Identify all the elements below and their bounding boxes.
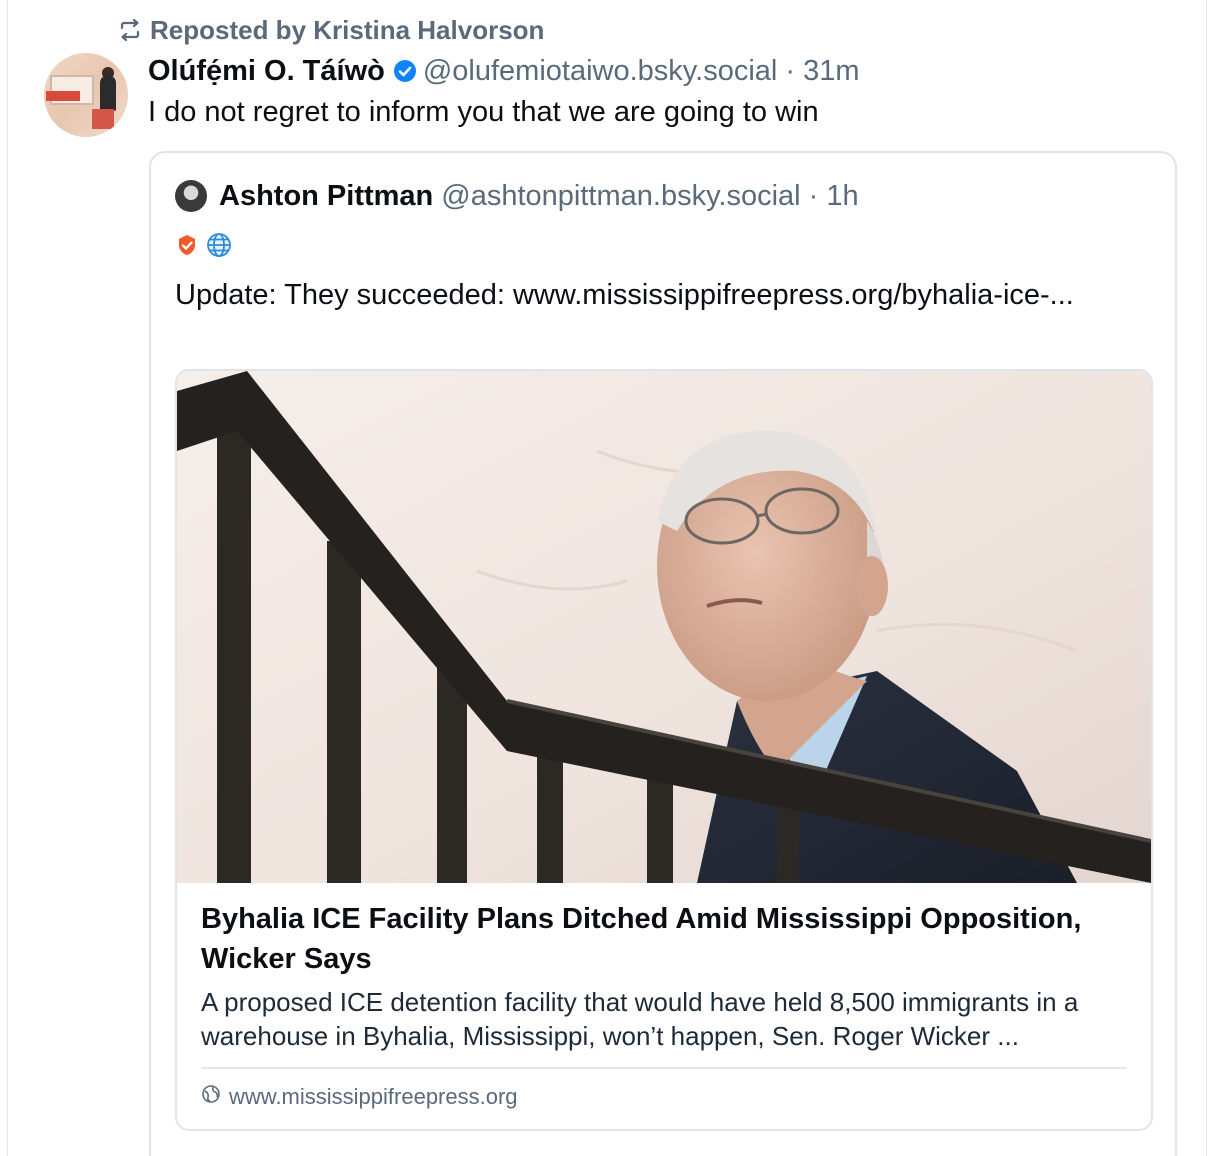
post-text: I do not regret to inform you that we ar… <box>148 96 819 128</box>
avatar-photo-podium <box>92 109 114 129</box>
quote-author-handle-time[interactable]: @ashtonpittman.bsky.social · 1h <box>441 180 858 213</box>
link-title[interactable]: Byhalia ICE Facility Plans Ditched Amid … <box>201 899 1131 979</box>
post-author-line: Olúfẹ́mi O. Táíwò @olufemiotaiwo.bsky.so… <box>148 52 860 90</box>
link-domain: www.mississippifreepress.org <box>229 1084 518 1109</box>
quote-author-line: Ashton Pittman @ashtonpittman.bsky.socia… <box>175 177 859 215</box>
quote-author-name[interactable]: Ashton Pittman <box>219 180 433 213</box>
link-domain-row[interactable]: www.mississippifreepress.org <box>201 1081 518 1113</box>
link-description: A proposed ICE detention facility that w… <box>201 987 1079 1051</box>
article-photo <box>177 371 1151 883</box>
verified-check-icon[interactable] <box>393 59 417 83</box>
repost-indicator[interactable]: Reposted by Kristina Halvorson <box>118 14 544 46</box>
quote-badges <box>175 231 233 264</box>
quote-text: Update: They succeeded: www.mississippif… <box>175 279 1074 311</box>
author-name[interactable]: Olúfẹ́mi O. Táíwò <box>148 55 385 88</box>
repost-label: Reposted by Kristina Halvorson <box>150 14 545 45</box>
link-divider <box>201 1067 1127 1069</box>
avatar-photo-person <box>100 75 116 111</box>
quote-post-card[interactable]: Ashton Pittman @ashtonpittman.bsky.socia… <box>149 151 1177 1156</box>
avatar-photo-banner <box>46 91 80 101</box>
globe-icon <box>205 231 233 264</box>
check-badge-icon <box>175 233 199 262</box>
globe-icon <box>201 1084 221 1110</box>
author-handle-time[interactable]: @olufemiotaiwo.bsky.social · 31m <box>423 55 860 88</box>
repost-icon <box>118 19 142 41</box>
quote-author-avatar[interactable] <box>175 180 207 212</box>
author-avatar[interactable] <box>44 53 128 137</box>
link-preview-card[interactable]: Byhalia ICE Facility Plans Ditched Amid … <box>175 369 1153 1131</box>
